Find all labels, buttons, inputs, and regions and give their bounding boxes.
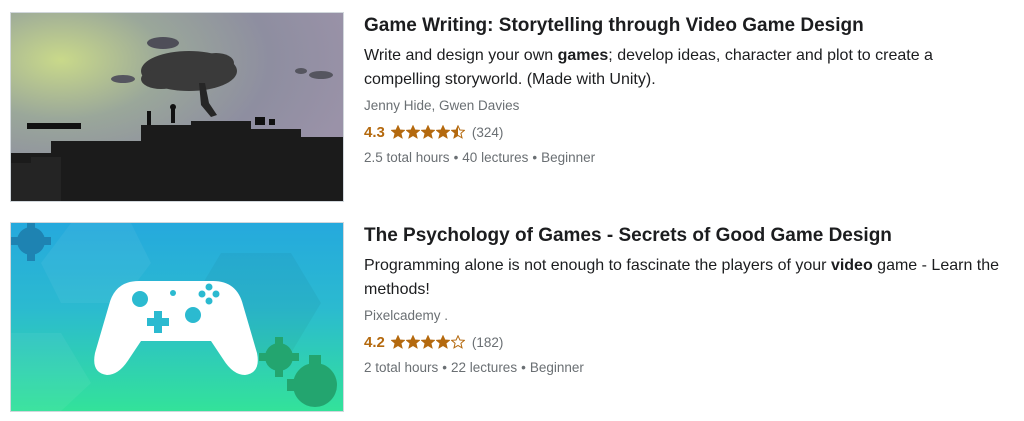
rating-value: 4.3 bbox=[364, 123, 385, 141]
star-icon bbox=[420, 335, 435, 349]
star-icon bbox=[405, 335, 420, 349]
lecture-count: 22 lectures bbox=[451, 360, 518, 375]
course-description: Programming alone is not enough to fasci… bbox=[364, 254, 1004, 302]
lecture-count: 40 lectures bbox=[462, 150, 529, 165]
star-rating bbox=[390, 125, 466, 139]
rating-row: 4.3 (324) bbox=[364, 121, 1014, 143]
separator: • bbox=[442, 360, 448, 375]
separator: • bbox=[521, 360, 526, 375]
star-icon bbox=[405, 125, 420, 139]
course-title[interactable]: Game Writing: Storytelling through Video… bbox=[364, 14, 1014, 38]
separator: • bbox=[532, 150, 538, 165]
course-thumbnail[interactable] bbox=[10, 222, 344, 412]
course-meta: 2 total hours • 22 lectures • Beginner bbox=[364, 359, 1014, 377]
star-icon bbox=[435, 125, 450, 139]
course-level: Beginner bbox=[529, 360, 584, 375]
star-icon bbox=[450, 125, 465, 139]
review-count: (182) bbox=[471, 334, 504, 350]
rating-row: 4.2 (182) bbox=[364, 331, 1014, 353]
star-icon bbox=[390, 335, 405, 349]
course-meta: 2.5 total hours • 40 lectures • Beginner bbox=[364, 149, 1014, 167]
star-icon bbox=[435, 335, 450, 349]
review-count: (324) bbox=[471, 124, 504, 140]
course-description: Write and design your own games; develop… bbox=[364, 44, 1004, 92]
course-authors: Pixelcademy . bbox=[364, 308, 449, 323]
course-thumbnail[interactable] bbox=[10, 12, 344, 202]
star-icon bbox=[390, 125, 405, 139]
silhouette-tree-landscape-icon bbox=[11, 13, 343, 201]
total-hours: 2 total hours bbox=[364, 360, 439, 375]
description-highlight: games bbox=[557, 47, 609, 64]
game-controller-thumbnail bbox=[11, 223, 343, 411]
course-card[interactable]: The Psychology of Games - Secrets of Goo… bbox=[10, 222, 1014, 412]
description-highlight: video bbox=[830, 257, 873, 274]
course-level: Beginner bbox=[541, 150, 596, 165]
rating-value: 4.2 bbox=[364, 333, 385, 351]
star-rating bbox=[390, 335, 466, 349]
course-authors: Jenny Hide, Gwen Davies bbox=[364, 98, 520, 113]
course-card[interactable]: Game Writing: Storytelling through Video… bbox=[10, 12, 1014, 202]
star-icon bbox=[420, 125, 435, 139]
description-text: Write and design your own bbox=[364, 47, 558, 64]
separator: • bbox=[453, 150, 459, 165]
course-title[interactable]: The Psychology of Games - Secrets of Goo… bbox=[364, 224, 1014, 248]
description-text: Programming alone is not enough to fasci… bbox=[364, 257, 831, 274]
star-icon bbox=[450, 335, 465, 349]
total-hours: 2.5 total hours bbox=[364, 150, 450, 165]
